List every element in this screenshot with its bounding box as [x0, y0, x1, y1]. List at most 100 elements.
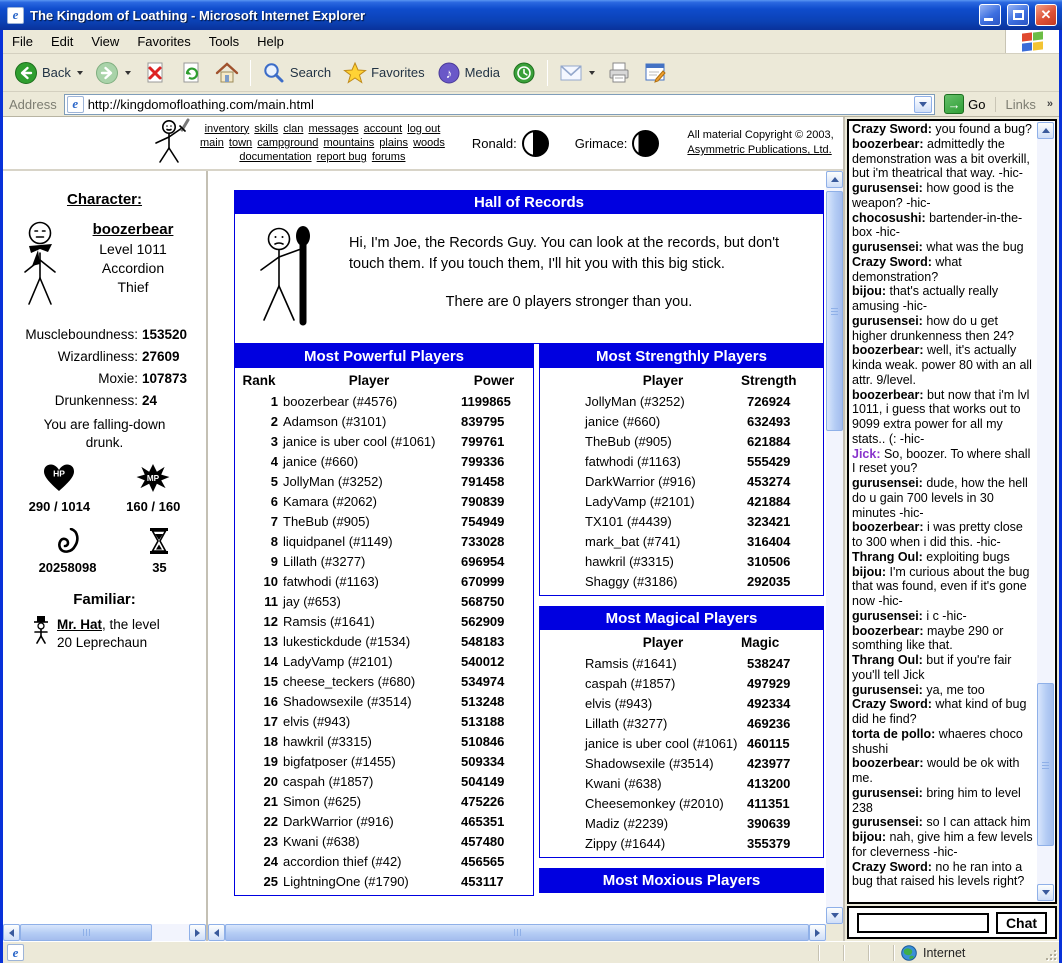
player-link[interactable]: Lillath (#3277)	[283, 554, 455, 569]
player-link[interactable]: LightningOne (#1790)	[283, 874, 455, 889]
edit-button[interactable]	[638, 58, 672, 88]
player-link[interactable]: JollyMan (#3252)	[283, 474, 455, 489]
player-link[interactable]: LadyVamp (#2101)	[585, 494, 741, 509]
player-link[interactable]: DarkWarrior (#916)	[283, 814, 455, 829]
player-link[interactable]: bigfatposer (#1455)	[283, 754, 455, 769]
mainpane-hscrollbar[interactable]	[208, 924, 826, 941]
menu-tools[interactable]: Tools	[200, 34, 248, 49]
chat-send-button[interactable]: Chat	[996, 912, 1047, 934]
player-link[interactable]: LadyVamp (#2101)	[283, 654, 455, 669]
chat-sender[interactable]: boozerbear:	[852, 343, 924, 357]
player-link[interactable]: janice is uber cool (#1061)	[585, 736, 741, 751]
scroll-up-button[interactable]	[1037, 122, 1054, 139]
player-link[interactable]: TheBub (#905)	[283, 514, 455, 529]
player-link[interactable]: caspah (#1857)	[585, 676, 741, 691]
maximize-button[interactable]	[1007, 4, 1029, 26]
chat-sender[interactable]: Crazy Sword:	[852, 122, 932, 136]
history-button[interactable]	[507, 58, 541, 88]
player-link[interactable]: janice (#660)	[283, 454, 455, 469]
nav-link-skills[interactable]: skills	[254, 123, 278, 135]
nav-link-account[interactable]: account	[364, 123, 403, 135]
player-link[interactable]: TheBub (#905)	[585, 434, 741, 449]
player-link[interactable]: TX101 (#4439)	[585, 514, 741, 529]
menu-favorites[interactable]: Favorites	[128, 34, 199, 49]
character-name-link[interactable]: boozerbear	[69, 220, 197, 240]
player-link[interactable]: cheese_teckers (#680)	[283, 674, 455, 689]
chat-sender[interactable]: bijou:	[852, 830, 886, 844]
player-link[interactable]: JollyMan (#3252)	[585, 394, 741, 409]
chat-sender[interactable]: boozerbear:	[852, 520, 924, 534]
player-link[interactable]: boozerbear (#4576)	[283, 394, 455, 409]
forward-button[interactable]	[90, 58, 136, 88]
nav-link-woods[interactable]: woods	[413, 137, 445, 149]
chat-sender[interactable]: bijou:	[852, 284, 886, 298]
nav-link-messages[interactable]: messages	[308, 123, 358, 135]
player-link[interactable]: Ramsis (#1641)	[585, 656, 741, 671]
close-button[interactable]: ✕	[1035, 4, 1057, 26]
chat-sender[interactable]: gurusensei:	[852, 314, 923, 328]
scroll-left-button[interactable]	[3, 924, 20, 941]
scroll-up-button[interactable]	[826, 171, 843, 188]
nav-link-campground[interactable]: campground	[257, 137, 318, 149]
player-link[interactable]: liquidpanel (#1149)	[283, 534, 455, 549]
menu-help[interactable]: Help	[248, 34, 293, 49]
chat-sender[interactable]: Crazy Sword:	[852, 860, 932, 874]
chat-sender[interactable]: boozerbear:	[852, 137, 924, 151]
links-chevron-icon[interactable]: »	[1047, 98, 1055, 110]
address-dropdown-button[interactable]	[914, 96, 932, 113]
player-link[interactable]: Shadowsexile (#3514)	[585, 756, 741, 771]
player-link[interactable]: Kwani (#638)	[283, 834, 455, 849]
back-button[interactable]: Back	[9, 58, 88, 88]
player-link[interactable]: janice is uber cool (#1061)	[283, 434, 455, 449]
scroll-right-button[interactable]	[809, 924, 826, 941]
player-link[interactable]: Ramsis (#1641)	[283, 614, 455, 629]
player-link[interactable]: DarkWarrior (#916)	[585, 474, 741, 489]
nav-link-mountains[interactable]: mountains	[323, 137, 374, 149]
player-link[interactable]: caspah (#1857)	[283, 774, 455, 789]
stop-button[interactable]	[138, 58, 172, 88]
mail-dropdown-icon[interactable]	[589, 71, 595, 75]
address-input[interactable]: e http://kingdomofloathing.com/main.html	[64, 94, 935, 115]
back-dropdown-icon[interactable]	[77, 71, 83, 75]
chat-sender[interactable]: Jick:	[852, 447, 881, 461]
player-link[interactable]: Adamson (#3101)	[283, 414, 455, 429]
resize-grip[interactable]	[1043, 947, 1059, 963]
player-link[interactable]: fatwhodi (#1163)	[283, 574, 455, 589]
chat-sender[interactable]: gurusensei:	[852, 815, 923, 829]
scroll-down-button[interactable]	[826, 907, 843, 924]
player-link[interactable]: lukestickdude (#1534)	[283, 634, 455, 649]
player-link[interactable]: hawkril (#3315)	[283, 734, 455, 749]
player-link[interactable]: hawkril (#3315)	[585, 554, 741, 569]
nav-link-town[interactable]: town	[229, 137, 252, 149]
familiar-icon[interactable]	[33, 616, 49, 652]
chat-sender[interactable]: boozerbear:	[852, 388, 924, 402]
chat-sender[interactable]: Thrang Oul:	[852, 550, 923, 564]
chat-sender[interactable]: Crazy Sword:	[852, 255, 932, 269]
go-button[interactable]: → Go	[940, 94, 989, 114]
player-link[interactable]: fatwhodi (#1163)	[585, 454, 741, 469]
scroll-thumb[interactable]	[1037, 683, 1054, 847]
player-link[interactable]: mark_bat (#741)	[585, 534, 741, 549]
media-button[interactable]: ♪ Media	[432, 58, 505, 88]
player-link[interactable]: elvis (#943)	[283, 714, 455, 729]
chat-sender[interactable]: bijou:	[852, 565, 886, 579]
print-button[interactable]	[602, 58, 636, 88]
chat-vscrollbar[interactable]	[1037, 122, 1054, 901]
chat-input[interactable]	[857, 913, 989, 933]
player-link[interactable]: Zippy (#1644)	[585, 836, 741, 851]
links-label[interactable]: Links	[995, 97, 1042, 112]
home-button[interactable]	[210, 58, 244, 88]
copyright-link[interactable]: Asymmetric Publications, Ltd.	[687, 143, 833, 158]
player-link[interactable]: Simon (#625)	[283, 794, 455, 809]
scroll-right-button[interactable]	[189, 924, 206, 941]
scroll-thumb[interactable]	[826, 191, 843, 431]
chat-sender[interactable]: gurusensei:	[852, 181, 923, 195]
player-link[interactable]: Kwani (#638)	[585, 776, 741, 791]
nav-link-clan[interactable]: clan	[283, 123, 303, 135]
chat-sender[interactable]: chocosushi:	[852, 211, 926, 225]
charpane-hscrollbar[interactable]	[3, 924, 206, 941]
chat-sender[interactable]: Crazy Sword:	[852, 697, 932, 711]
nav-link-documentation[interactable]: documentation	[239, 151, 311, 163]
nav-link-report-bug[interactable]: report bug	[317, 151, 367, 163]
refresh-button[interactable]	[174, 58, 208, 88]
